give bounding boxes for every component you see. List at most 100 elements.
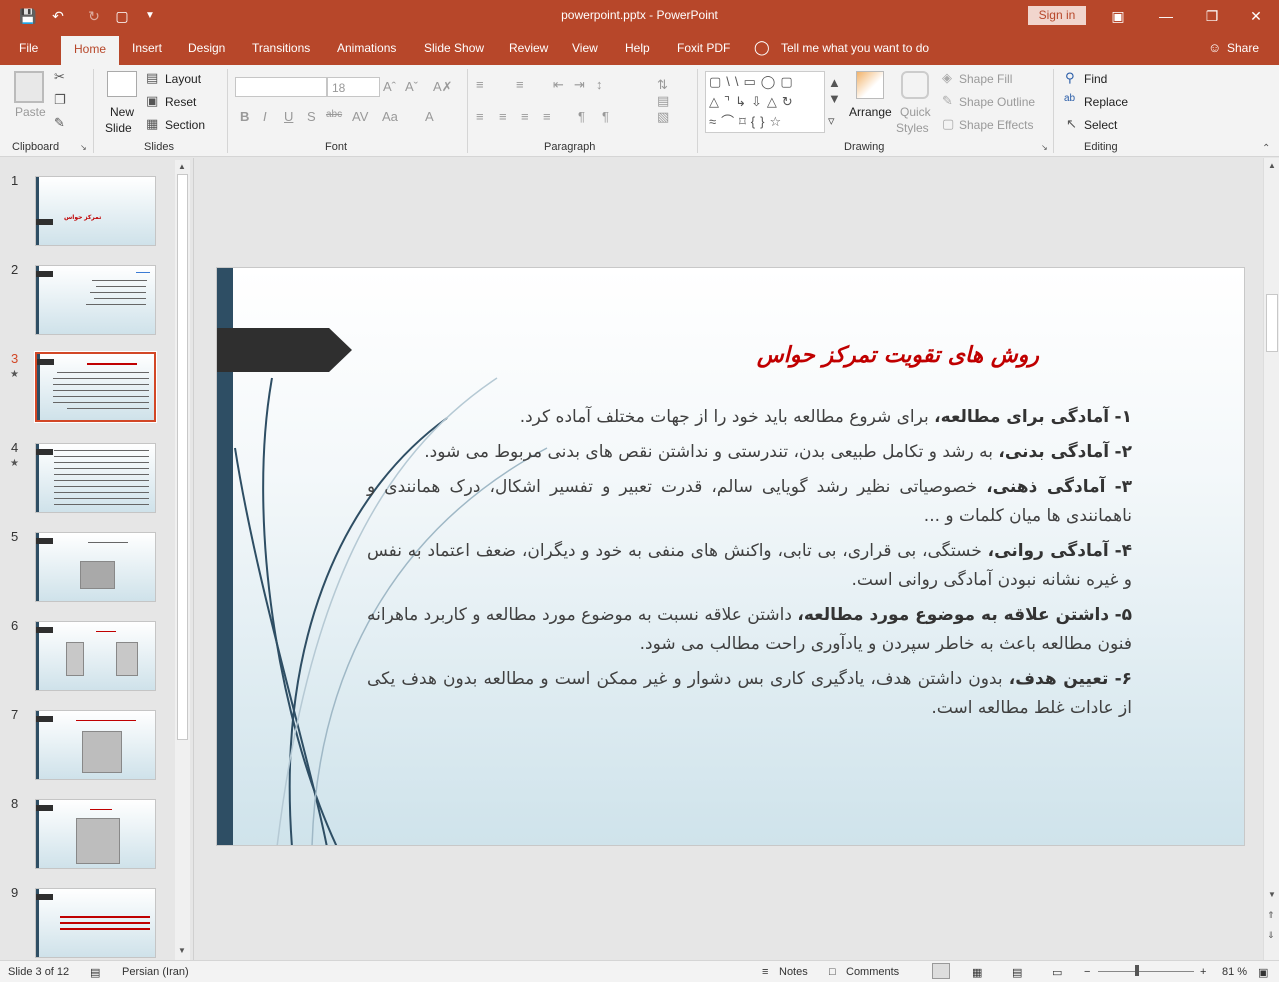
- copy-icon[interactable]: ❐: [54, 92, 66, 108]
- paste-icon[interactable]: [14, 71, 44, 103]
- thumb-slide-8[interactable]: [35, 799, 156, 869]
- font-color-icon[interactable]: A: [425, 109, 434, 124]
- fit-to-window-icon[interactable]: ▣: [1258, 966, 1268, 979]
- scroll-up-icon[interactable]: ▲: [1268, 161, 1276, 170]
- underline-icon[interactable]: U: [284, 109, 293, 124]
- arrange-icon[interactable]: [856, 71, 884, 99]
- gallery-scroll-up-icon[interactable]: ▲: [828, 75, 841, 90]
- gallery-more-icon[interactable]: ▿: [828, 113, 835, 129]
- numbering-icon[interactable]: ≡: [516, 77, 524, 92]
- clear-format-icon[interactable]: A✗: [433, 79, 453, 95]
- bold-icon[interactable]: B: [240, 109, 249, 124]
- collapse-ribbon-icon[interactable]: ⌃: [1262, 143, 1270, 154]
- zoom-level[interactable]: 81 %: [1222, 966, 1247, 978]
- normal-view-icon[interactable]: [932, 963, 950, 979]
- zoom-slider-track[interactable]: [1098, 971, 1194, 972]
- shadow-icon[interactable]: S: [307, 109, 316, 124]
- tell-me-search[interactable]: Tell me what you want to do: [781, 41, 929, 55]
- decrease-font-icon[interactable]: Aˇ: [405, 79, 418, 94]
- font-name-combo[interactable]: [235, 77, 327, 97]
- smartart-icon[interactable]: ▧: [657, 109, 669, 125]
- shape-outline-button[interactable]: Shape Outline: [959, 95, 1035, 109]
- new-slide-label[interactable]: New: [110, 105, 134, 119]
- decrease-indent-icon[interactable]: ⇤: [553, 77, 564, 93]
- editor-scroll-thumb[interactable]: [1266, 294, 1278, 352]
- strikethrough-icon[interactable]: abc: [326, 109, 342, 120]
- slide-canvas[interactable]: روش های تقویت تمرکز حواس ۱- آمادگی برای …: [216, 267, 1245, 846]
- shape-effects-button[interactable]: Shape Effects: [959, 118, 1034, 132]
- align-right-icon[interactable]: ≡: [521, 109, 529, 124]
- align-text-icon[interactable]: ▤: [657, 93, 669, 109]
- thumb-slide-6[interactable]: [35, 621, 156, 691]
- previous-slide-icon[interactable]: ⇑: [1267, 910, 1275, 921]
- thumbnail-scrollbar[interactable]: ▲ ▼: [175, 160, 190, 960]
- new-slide-icon[interactable]: [107, 71, 137, 97]
- scroll-down-icon[interactable]: ▼: [178, 946, 186, 955]
- bullets-icon[interactable]: ≡: [476, 77, 484, 92]
- close-button[interactable]: ✕: [1236, 4, 1276, 28]
- thumb-slide-4[interactable]: [35, 443, 156, 513]
- slide-counter[interactable]: Slide 3 of 12: [8, 966, 69, 978]
- tab-view[interactable]: View: [572, 41, 598, 55]
- tab-animations[interactable]: Animations: [337, 41, 396, 55]
- thumbnail-scroll-thumb[interactable]: [177, 174, 188, 740]
- replace-button[interactable]: Replace: [1084, 95, 1128, 109]
- thumb-slide-1[interactable]: تمرکز حواس: [35, 176, 156, 246]
- language-indicator[interactable]: Persian (Iran): [122, 966, 189, 978]
- section-button[interactable]: Section: [165, 118, 205, 132]
- paste-button[interactable]: Paste: [15, 105, 46, 119]
- zoom-out-icon[interactable]: −: [1084, 966, 1090, 978]
- ribbon-display-icon[interactable]: ▣: [1098, 4, 1138, 28]
- minimize-button[interactable]: —: [1146, 4, 1186, 28]
- reading-view-icon[interactable]: ▤: [1012, 966, 1022, 979]
- share-button[interactable]: Share: [1227, 41, 1259, 55]
- slide-sorter-icon[interactable]: ▦: [972, 966, 982, 979]
- signin-button[interactable]: Sign in: [1028, 6, 1086, 25]
- thumb-slide-7[interactable]: [35, 710, 156, 780]
- clipboard-launcher-icon[interactable]: ↘: [80, 143, 87, 152]
- thumb-slide-2[interactable]: [35, 265, 156, 335]
- select-button[interactable]: Select: [1084, 118, 1117, 132]
- tab-slide-show[interactable]: Slide Show: [424, 41, 484, 55]
- font-size-combo[interactable]: 18: [327, 77, 380, 97]
- slide-title[interactable]: روش های تقویت تمرکز حواس: [757, 343, 1039, 368]
- gallery-scroll-down-icon[interactable]: ▼: [828, 91, 841, 106]
- drawing-launcher-icon[interactable]: ↘: [1041, 143, 1048, 152]
- zoom-in-icon[interactable]: +: [1200, 966, 1206, 978]
- thumb-slide-9[interactable]: [35, 888, 156, 958]
- quick-styles-label-2[interactable]: Styles: [896, 121, 929, 135]
- justify-icon[interactable]: ≡: [543, 109, 551, 124]
- change-case-icon[interactable]: Aa: [382, 109, 398, 124]
- align-left-icon[interactable]: ≡: [476, 109, 484, 124]
- align-center-icon[interactable]: ≡: [499, 109, 507, 124]
- slide-body-text[interactable]: ۱- آمادگی برای مطالعه، برای شروع مطالعه …: [367, 403, 1132, 729]
- editor-scrollbar[interactable]: ▲ ▼ ⇑ ⇓: [1263, 158, 1279, 960]
- new-slide-label-2[interactable]: Slide: [105, 121, 132, 135]
- format-painter-icon[interactable]: ✎: [54, 115, 65, 131]
- notes-button[interactable]: Notes: [779, 966, 808, 978]
- tab-home[interactable]: Home: [61, 36, 119, 65]
- tab-insert[interactable]: Insert: [132, 41, 162, 55]
- scroll-up-icon[interactable]: ▲: [178, 162, 186, 171]
- rtl-icon[interactable]: ¶: [602, 109, 609, 124]
- increase-indent-icon[interactable]: ⇥: [574, 77, 585, 93]
- comments-button[interactable]: Comments: [846, 966, 899, 978]
- cut-icon[interactable]: ✂: [54, 69, 65, 85]
- quick-styles-icon[interactable]: [901, 71, 929, 99]
- scroll-down-icon[interactable]: ▼: [1268, 890, 1276, 899]
- shapes-gallery[interactable]: ▢\\▭◯▢ △⌝↳⇩△↻ ≈⌒⌑{}☆: [705, 71, 825, 133]
- thumb-slide-3[interactable]: [34, 351, 157, 423]
- shape-fill-button[interactable]: Shape Fill: [959, 72, 1012, 86]
- find-button[interactable]: Find: [1084, 72, 1107, 86]
- ltr-icon[interactable]: ¶: [578, 109, 585, 124]
- thumb-slide-5[interactable]: [35, 532, 156, 602]
- tab-review[interactable]: Review: [509, 41, 548, 55]
- zoom-slider-thumb[interactable]: [1135, 965, 1139, 976]
- text-direction-icon[interactable]: ⇅: [657, 77, 668, 93]
- tab-transitions[interactable]: Transitions: [252, 41, 310, 55]
- italic-icon[interactable]: I: [263, 109, 267, 124]
- next-slide-icon[interactable]: ⇓: [1267, 930, 1275, 941]
- line-spacing-icon[interactable]: ↕: [596, 77, 603, 92]
- tab-file[interactable]: File: [19, 41, 38, 55]
- arrange-button[interactable]: Arrange: [849, 105, 892, 119]
